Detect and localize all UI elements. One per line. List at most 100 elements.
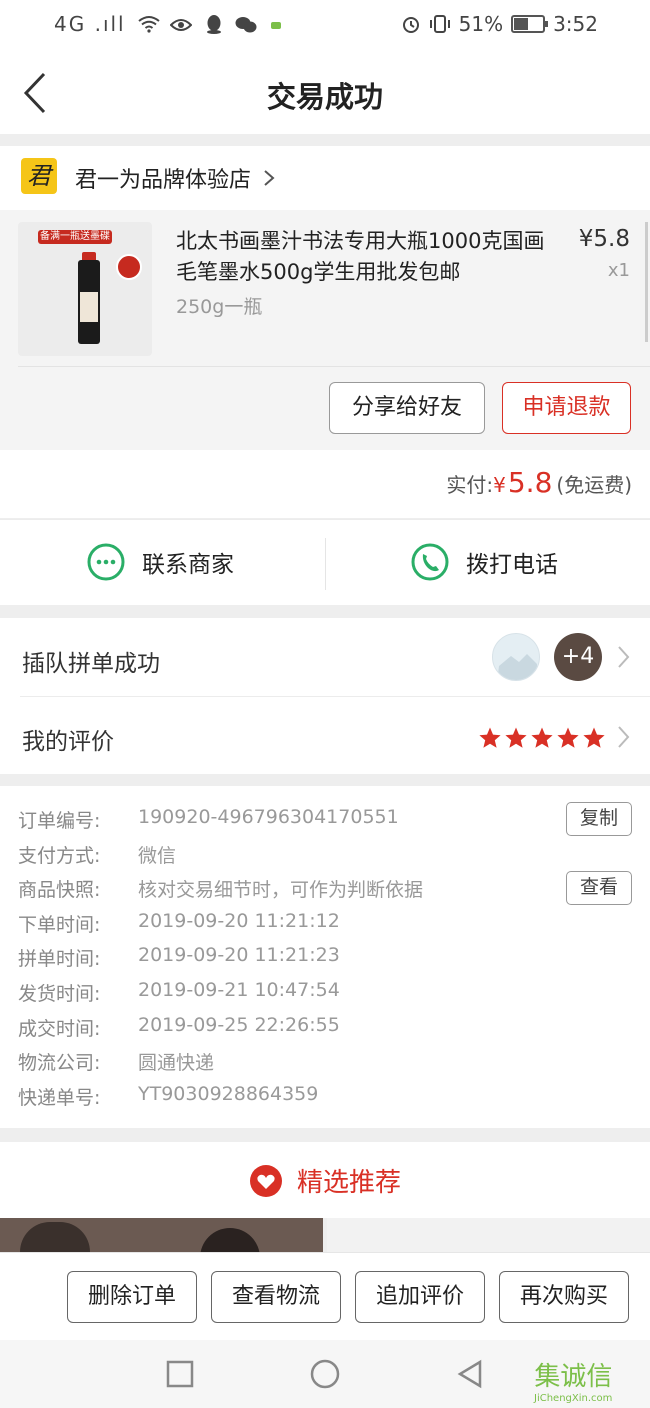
divider <box>18 366 650 367</box>
order-info-key: 快递单号: <box>18 1087 101 1109</box>
status-bar: 4G .ıll 51% 3:52 <box>0 0 650 52</box>
order-info-row: 拼单时间: 2019-09-20 11:21:23 <box>18 944 340 971</box>
avatar-more-count: +4 <box>554 633 602 681</box>
back-triangle-icon[interactable] <box>454 1358 486 1390</box>
order-info-value: 2019-09-20 11:21:23 <box>138 944 340 966</box>
recommend-title: 精选推荐 <box>296 1168 401 1198</box>
product-quantity: x1 <box>607 260 630 281</box>
eye-icon <box>169 19 193 31</box>
shipping-note: (免运费) <box>556 473 632 497</box>
phone-icon <box>411 543 449 581</box>
alarm-icon <box>402 17 419 33</box>
recent-apps-icon[interactable] <box>164 1358 196 1390</box>
order-info-row: 订单编号: 190920-496796304170551 <box>18 806 399 833</box>
order-info-key: 订单编号: <box>18 810 101 832</box>
product-title[interactable]: 北太书画墨汁书法专用大瓶1000克国画毛笔墨水500g学生用批发包邮 <box>176 226 548 288</box>
order-info-value: 2019-09-21 10:47:54 <box>138 979 340 1001</box>
star-icon <box>479 727 501 748</box>
order-info-key: 下单时间: <box>18 914 101 936</box>
product-spec: 250g一瓶 <box>176 296 263 318</box>
shop-logo: 君 <box>21 158 57 194</box>
heart-icon <box>249 1164 282 1197</box>
order-info-row: 支付方式: 微信 <box>18 841 176 868</box>
product-image-banner: 备满一瓶送墨碟 <box>38 230 112 244</box>
signal-icon: 4G .ıll <box>54 12 126 36</box>
recommend-title-row: 精选推荐 <box>0 1162 650 1199</box>
refund-button[interactable]: 申请退款 <box>502 382 631 434</box>
paid-currency: ¥ <box>493 473 506 497</box>
clock: 3:52 <box>553 12 598 36</box>
contact-merchant-button[interactable]: 联系商家 <box>86 542 234 582</box>
recommend-header: 精选推荐 <box>0 1142 650 1218</box>
android-icon <box>271 22 282 29</box>
order-info-key: 发货时间: <box>18 983 101 1005</box>
contact-bar: 联系商家 拨打电话 <box>0 519 650 605</box>
order-info-row: 物流公司: 圆通快递 <box>18 1048 214 1075</box>
battery-fill <box>514 18 529 30</box>
group-status-label: 插队拼单成功 <box>22 651 160 677</box>
chevron-right-icon <box>264 170 275 186</box>
my-review-label[interactable]: 我的评价 <box>22 722 114 756</box>
order-info-value: 2019-09-25 22:26:55 <box>138 1014 340 1036</box>
contact-merchant-label: 联系商家 <box>142 552 234 578</box>
wifi-icon <box>138 16 160 33</box>
buy-again-button[interactable]: 再次购买 <box>499 1271 629 1323</box>
home-icon[interactable] <box>309 1358 341 1390</box>
shop-row[interactable]: 君 君一为品牌体验店 <box>0 146 650 210</box>
order-info: 订单编号: 190920-496796304170551 复制支付方式: 微信商品快照… <box>0 786 650 1128</box>
qq-icon <box>206 15 221 34</box>
system-status: 51% 3:52 <box>401 12 598 36</box>
view-logistics-button[interactable]: 查看物流 <box>211 1271 341 1323</box>
order-info-key: 支付方式: <box>18 845 101 867</box>
order-info-row: 商品快照: 核对交易细节时，可作为判断依据 <box>18 875 423 902</box>
watermark: 集诚信 JiChengXin.com <box>534 1356 612 1404</box>
avatar <box>492 633 540 681</box>
product-image[interactable]: 备满一瓶送墨碟 <box>18 222 152 356</box>
order-info-key: 成交时间: <box>18 1018 101 1040</box>
system-nav-bar: 集诚信 JiChengXin.com <box>0 1340 650 1408</box>
chevron-right-icon <box>618 646 630 668</box>
order-info-key: 物流公司: <box>18 1052 101 1074</box>
star-icon <box>557 727 579 748</box>
product-card[interactable]: 备满一瓶送墨碟 北太书画墨汁书法专用大瓶1000克国画毛笔墨水500g学生用批发… <box>0 210 650 450</box>
order-info-value: 190920-496796304170551 <box>138 806 399 828</box>
vibrate-icon <box>429 15 450 33</box>
group-order-row[interactable]: 插队拼单成功 +4 <box>0 618 650 696</box>
paid-label: 实付: <box>446 473 494 497</box>
group-review-card: 插队拼单成功 +4 我的评价 <box>0 618 650 774</box>
star-icon <box>583 727 605 748</box>
order-info-row: 成交时间: 2019-09-25 22:26:55 <box>18 1014 340 1041</box>
paid-row: 实付: ¥ 5.8 (免运费) <box>446 466 632 499</box>
landscape-avatar-icon <box>497 654 537 680</box>
page-title: 交易成功 <box>266 80 383 114</box>
product-price: ¥5.8 <box>578 226 630 252</box>
shop-name[interactable]: 君一为品牌体验店 <box>75 162 251 194</box>
call-button[interactable]: 拨打电话 <box>410 542 558 582</box>
copy-order-button[interactable]: 复制 <box>566 802 632 836</box>
battery-percent: 51% <box>458 12 504 36</box>
ink-dish-badge <box>116 254 142 280</box>
scrollbar[interactable] <box>645 222 648 342</box>
add-review-button[interactable]: 追加评价 <box>355 1271 485 1323</box>
rating-stars <box>478 726 606 750</box>
order-info-key: 拼单时间: <box>18 948 101 970</box>
share-button[interactable]: 分享给好友 <box>329 382 485 434</box>
order-info-value: 微信 <box>138 845 177 867</box>
call-label: 拨打电话 <box>466 552 558 578</box>
payment-summary: 实付: ¥ 5.8 (免运费) <box>0 450 650 518</box>
delete-order-button[interactable]: 删除订单 <box>67 1271 197 1323</box>
wechat-icon <box>235 17 257 33</box>
order-info-row: 发货时间: 2019-09-21 10:47:54 <box>18 979 340 1006</box>
nav-bar: 交易成功 <box>0 52 650 134</box>
order-info-value: YT9030928864359 <box>138 1083 319 1105</box>
paid-amount: 5.8 <box>507 466 553 499</box>
chevron-right-icon[interactable] <box>616 724 630 750</box>
view-snapshot-button[interactable]: 查看 <box>566 871 632 905</box>
bottle-label <box>80 292 98 322</box>
signal-status: 4G .ıll <box>54 12 283 36</box>
order-info-row: 快递单号: YT9030928864359 <box>18 1083 318 1110</box>
order-info-value: 2019-09-20 11:21:12 <box>138 910 340 932</box>
watermark-logo: 集诚信 <box>534 1362 613 1392</box>
star-icon <box>505 727 527 748</box>
order-info-row: 下单时间: 2019-09-20 11:21:12 <box>18 910 340 937</box>
